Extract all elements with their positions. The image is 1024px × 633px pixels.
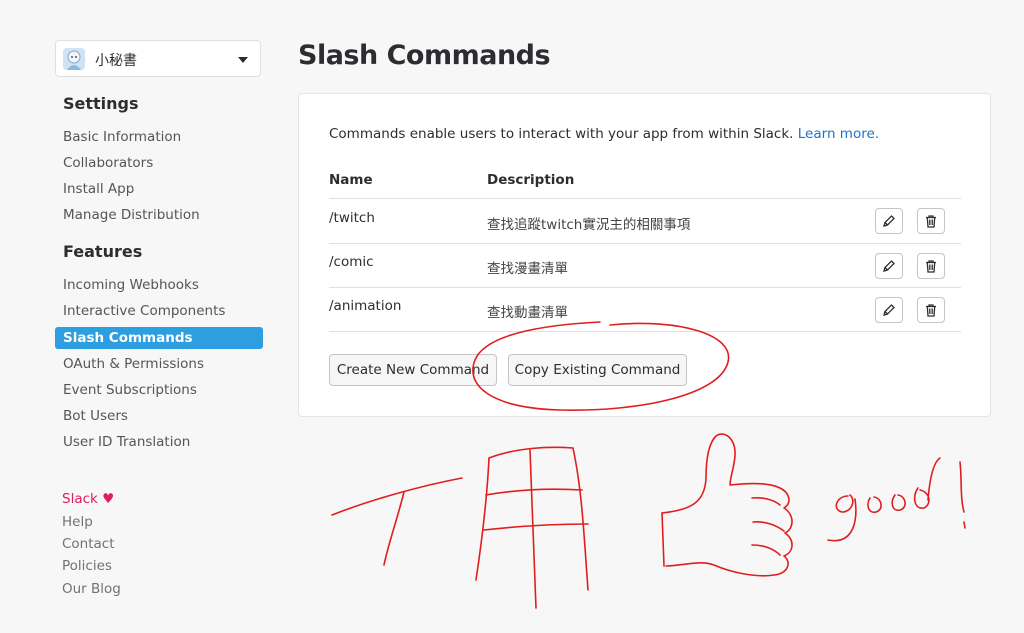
copy-existing-command-button[interactable]: Copy Existing Command [508,354,687,386]
thumbs-up-scribble [661,433,793,577]
good-scribble [827,457,966,542]
sidebar-item-collaborators[interactable]: Collaborators [55,152,263,174]
char-stroke [488,446,589,591]
chevron-down-icon [238,57,248,63]
sidebar-item-event-subscriptions[interactable]: Event Subscriptions [55,379,263,401]
footer-link-contact[interactable]: Contact [62,536,115,552]
edit-command-button[interactable] [875,253,903,279]
command-name: /comic [329,254,374,270]
command-description: 查找動畫清單 [487,305,568,321]
command-description: 查找漫畫清單 [487,261,568,277]
sidebar-item-interactive-components[interactable]: Interactive Components [55,300,263,322]
char-stroke [331,477,463,516]
thumbs-up-scribble [661,512,665,567]
pencil-icon [883,260,895,272]
pencil-icon [883,304,895,316]
char-stroke [483,523,589,531]
app-avatar [63,48,85,70]
sidebar-item-incoming-webhooks[interactable]: Incoming Webhooks [55,274,263,296]
divider [329,243,961,244]
footer-link-slack[interactable]: Slack ♥ [62,491,114,507]
sidebar-item-install-app[interactable]: Install App [55,178,263,200]
pencil-icon [883,215,895,227]
sidebar-item-user-id-translation[interactable]: User ID Translation [55,431,263,453]
learn-more-link[interactable]: Learn more. [798,126,879,142]
edit-command-button[interactable] [875,297,903,323]
footer-link-help[interactable]: Help [62,514,93,530]
footer-link-policies[interactable]: Policies [62,558,112,574]
char-stroke [485,488,583,496]
footer-link-our-blog[interactable]: Our Blog [62,581,121,597]
intro-sentence: Commands enable users to interact with y… [329,126,794,142]
sidebar-item-basic-information[interactable]: Basic Information [55,126,263,148]
divider [329,198,961,199]
edit-command-button[interactable] [875,208,903,234]
commands-card: Commands enable users to interact with y… [298,93,991,417]
page-title: Slash Commands [298,40,551,71]
delete-command-button[interactable] [917,297,945,323]
command-name: /twitch [329,210,375,226]
intro-text: Commands enable users to interact with y… [329,126,879,142]
command-name: /animation [329,298,402,314]
divider [329,287,961,288]
settings-heading: Settings [63,94,139,113]
char-stroke [383,491,405,566]
thumbs-up-scribble [751,497,785,556]
column-header-name: Name [329,172,373,188]
char-stroke [475,457,490,581]
sidebar-item-slash-commands[interactable]: Slash Commands [55,327,263,349]
delete-command-button[interactable] [917,253,945,279]
delete-command-button[interactable] [917,208,945,234]
sidebar-item-manage-distribution[interactable]: Manage Distribution [55,204,263,226]
app-name: 小秘書 [95,53,137,69]
app-switcher[interactable]: 小秘書 [55,40,261,77]
trash-icon [926,304,936,317]
features-heading: Features [63,242,143,261]
trash-icon [926,215,936,228]
sidebar-item-oauth-permissions[interactable]: OAuth & Permissions [55,353,263,375]
create-new-command-button[interactable]: Create New Command [329,354,497,386]
divider [329,331,961,332]
command-description: 查找追蹤twitch實況主的相關事項 [487,217,691,233]
sidebar-item-bot-users[interactable]: Bot Users [55,405,263,427]
trash-icon [926,260,936,273]
char-stroke [529,449,537,609]
column-header-description: Description [487,172,575,188]
